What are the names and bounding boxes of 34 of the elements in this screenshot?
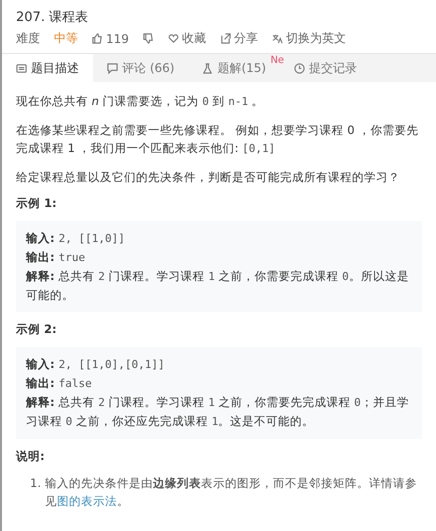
tab[interactable]: 题目描述 bbox=[2, 54, 93, 82]
translate-icon bbox=[272, 33, 283, 44]
example-heading: 示例 1: bbox=[16, 196, 58, 211]
favorite-button[interactable]: 收藏 bbox=[168, 30, 206, 47]
example-line: 解释: 总共有 2 门课程。学习课程 1 之前，你需要先完成课程 0；并且学习课程 0 之前，你还应先完成课程 1。这是不可能的。 bbox=[26, 394, 410, 430]
thumbs-up-icon bbox=[92, 33, 103, 44]
difficulty-value: 中等 bbox=[54, 30, 78, 47]
example-line: 输入: 2, [[1,0],[0,1]] bbox=[26, 356, 166, 373]
example-line: 输出: true bbox=[26, 249, 86, 266]
example-line: 输入: 2, [[1,0]] bbox=[26, 230, 126, 247]
note-text: 输入的先决条件是由边缘列表表示的图形，而不是邻接矩阵。详情请参见图的表示法。 bbox=[44, 475, 418, 510]
difficulty-label: 难度 bbox=[16, 30, 40, 47]
notes-heading: 说明: bbox=[16, 449, 46, 464]
description-paragraph: 在选修某些课程之前需要一些先修课程。 例如，想要学习课程 0 ，你需要先完成课程 1 ，我们用一个匹配来表示他们: [0,1] bbox=[16, 122, 420, 157]
example-heading: 示例 2: bbox=[16, 322, 58, 337]
heart-icon bbox=[168, 33, 179, 44]
flask-icon bbox=[202, 62, 214, 74]
description-paragraph: 给定课程总量以及它们的先决条件，判断是否可能完成所有课程的学习？ bbox=[16, 169, 401, 186]
share-button[interactable]: 分享 bbox=[220, 30, 258, 47]
example-line: 解释: 总共有 2 门课程。学习课程 1 之前，你需要完成课程 0。所以这是可能的。 bbox=[26, 268, 410, 304]
like-button[interactable]: 119 bbox=[92, 32, 129, 46]
document-icon bbox=[16, 62, 27, 74]
example-line: 输出: false bbox=[26, 375, 93, 392]
link[interactable]: 图的表示法 bbox=[56, 494, 117, 508]
tab[interactable]: 评论 (66) bbox=[93, 54, 188, 82]
comment-icon bbox=[107, 62, 118, 74]
description-paragraph: 现在你总共有 n 门课需要选，记为 0 到 n-1 。 bbox=[16, 93, 265, 110]
switch-language-button[interactable]: 切换为英文 bbox=[272, 30, 346, 47]
list-number: 1. bbox=[30, 475, 41, 492]
thumbs-down-icon bbox=[142, 33, 154, 44]
share-icon bbox=[220, 33, 231, 44]
new-label: Ne bbox=[270, 55, 284, 66]
clock-icon bbox=[294, 62, 306, 74]
problem-title: 207. 课程表 bbox=[15, 9, 90, 27]
